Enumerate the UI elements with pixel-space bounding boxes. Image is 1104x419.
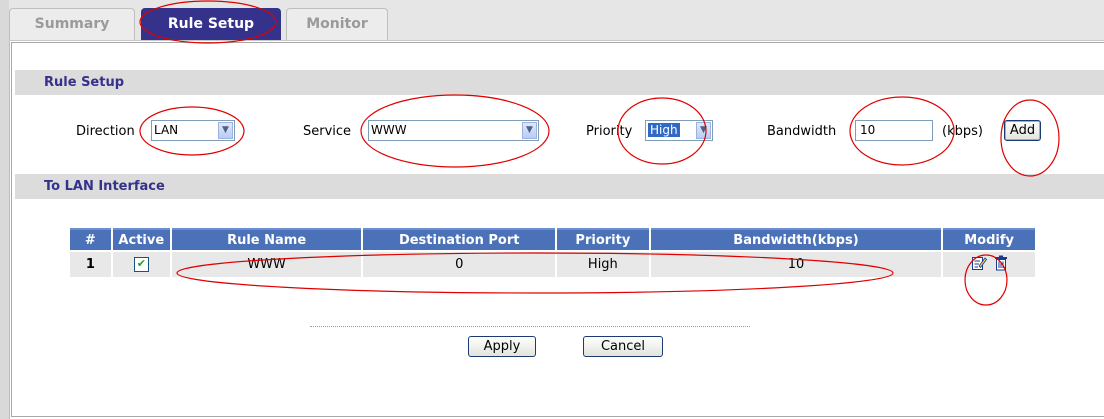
- bandwidth-unit: (kbps): [942, 124, 983, 139]
- section-rule-setup-title: Rule Setup: [15, 70, 1104, 95]
- tab-monitor[interactable]: Monitor: [286, 8, 388, 40]
- row-active-cell: ✔: [112, 252, 170, 277]
- col-destination-port: Destination Port: [363, 228, 556, 250]
- apply-button[interactable]: Apply: [468, 336, 536, 357]
- priority-value: High: [648, 123, 680, 137]
- chevron-down-icon[interactable]: ▼: [218, 122, 233, 139]
- priority-select[interactable]: High ▼: [645, 120, 713, 141]
- chevron-down-icon[interactable]: ▼: [522, 122, 537, 139]
- row-destination-port: 0: [363, 252, 556, 277]
- add-button[interactable]: Add: [1004, 120, 1041, 141]
- edit-icon[interactable]: [971, 255, 987, 275]
- divider: [310, 326, 750, 327]
- service-select[interactable]: WWW ▼: [368, 120, 539, 141]
- direction-select[interactable]: LAN ▼: [151, 120, 235, 141]
- checkmark-icon: ✔: [136, 257, 146, 270]
- tab-summary[interactable]: Summary: [9, 8, 135, 40]
- direction-value: LAN: [154, 123, 179, 137]
- col-modify: Modify: [943, 228, 1035, 250]
- col-active: Active: [112, 228, 170, 250]
- priority-label: Priority: [586, 124, 633, 139]
- tab-rule-setup[interactable]: Rule Setup: [141, 8, 281, 40]
- section-lan-interface-title: To LAN Interface: [15, 174, 1104, 199]
- bandwidth-label: Bandwidth: [767, 124, 837, 139]
- service-label: Service: [303, 124, 352, 139]
- col-rule-name: Rule Name: [171, 228, 362, 250]
- chevron-down-icon[interactable]: ▼: [696, 122, 711, 139]
- rules-table: # Active Rule Name Destination Port Prio…: [68, 226, 1037, 279]
- active-checkbox[interactable]: ✔: [133, 257, 149, 272]
- window-left-edge: [0, 0, 10, 419]
- table-row: 1 ✔ WWW 0 High 10: [70, 252, 1035, 277]
- row-bandwidth: 10: [650, 252, 942, 277]
- tab-bar: Summary Rule Setup Monitor: [9, 0, 1104, 41]
- cancel-button[interactable]: Cancel: [583, 336, 663, 357]
- bandwidth-input[interactable]: 10: [855, 120, 933, 141]
- row-rule-name: WWW: [171, 252, 362, 277]
- direction-label: Direction: [76, 124, 135, 139]
- col-priority: Priority: [557, 228, 649, 250]
- row-modify-cell: [943, 252, 1035, 277]
- col-bandwidth: Bandwidth(kbps): [650, 228, 942, 250]
- table-header-row: # Active Rule Name Destination Port Prio…: [70, 228, 1035, 250]
- row-priority: High: [557, 252, 649, 277]
- row-number: 1: [70, 252, 111, 277]
- trash-icon[interactable]: [994, 255, 1008, 275]
- col-number: #: [70, 228, 111, 250]
- service-value: WWW: [371, 123, 407, 137]
